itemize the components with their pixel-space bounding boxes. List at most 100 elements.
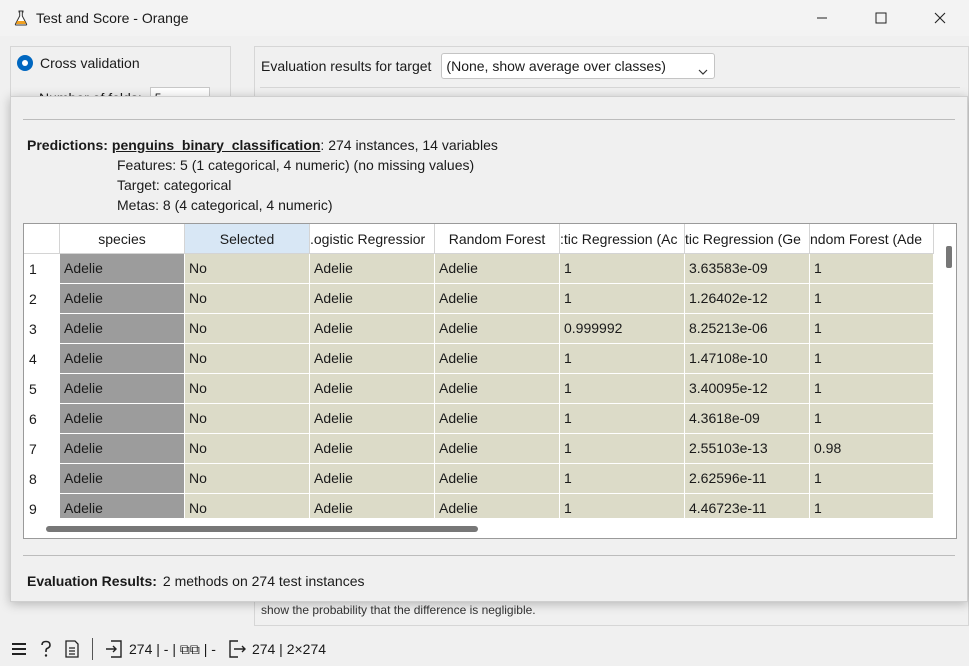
table-cell[interactable]: Adelie xyxy=(435,374,560,404)
table-cell[interactable]: 3.63583e-09 xyxy=(685,254,810,284)
close-button[interactable] xyxy=(910,0,969,36)
table-cell[interactable]: Adelie xyxy=(310,254,435,284)
table-cell[interactable]: Adelie xyxy=(60,344,185,374)
table-cell[interactable]: 2.62596e-11 xyxy=(685,464,810,494)
predictions-table[interactable]: species Selected .ogistic Regressior Ran… xyxy=(23,223,957,539)
title-bar: Test and Score - Orange xyxy=(0,0,969,36)
eval-target-row: Evaluation results for target (None, sho… xyxy=(261,53,716,79)
table-cell[interactable]: Adelie xyxy=(60,464,185,494)
table-cell[interactable]: Adelie xyxy=(435,434,560,464)
table-cell[interactable]: 0.999992 xyxy=(560,314,685,344)
table-cell[interactable]: No xyxy=(185,344,310,374)
table-cell[interactable]: Adelie xyxy=(310,374,435,404)
table-cell[interactable]: 1 xyxy=(560,344,685,374)
table-cell[interactable]: No xyxy=(185,464,310,494)
window-title: Test and Score - Orange xyxy=(36,10,189,26)
report-icon[interactable] xyxy=(64,640,80,658)
table-cell[interactable]: 1 xyxy=(560,404,685,434)
row-number: 5 xyxy=(24,374,60,404)
table-cell[interactable]: 1 xyxy=(810,464,934,494)
table-cell[interactable]: 8.25213e-06 xyxy=(685,314,810,344)
table-row[interactable]: 2 Adelie No Adelie Adelie 1 1.26402e-12 1 xyxy=(24,284,934,314)
output-icon xyxy=(228,640,246,658)
table-cell[interactable]: 1 xyxy=(560,254,685,284)
table-cell[interactable]: 1 xyxy=(810,404,934,434)
table-cell[interactable]: Adelie xyxy=(435,464,560,494)
table-cell[interactable]: Adelie xyxy=(310,404,435,434)
table-row[interactable]: 1 Adelie No Adelie Adelie 1 3.63583e-09 1 xyxy=(24,254,934,284)
column-header[interactable]: species xyxy=(60,224,185,254)
column-header[interactable]: tic Regression (Ge xyxy=(685,224,810,254)
table-cell[interactable]: Adelie xyxy=(60,254,185,284)
table-cell[interactable]: Adelie xyxy=(435,314,560,344)
table-cell[interactable]: 1.47108e-10 xyxy=(685,344,810,374)
table-cell[interactable]: Adelie xyxy=(60,284,185,314)
table-cell[interactable]: No xyxy=(185,374,310,404)
column-header[interactable]: .ogistic Regressior xyxy=(310,224,435,254)
table-cell[interactable]: 1 xyxy=(560,374,685,404)
table-cell[interactable]: 1.26402e-12 xyxy=(685,284,810,314)
table-cell[interactable]: Adelie xyxy=(60,434,185,464)
table-cell[interactable]: 4.3618e-09 xyxy=(685,404,810,434)
table-cell[interactable]: 3.40095e-12 xyxy=(685,374,810,404)
table-cell[interactable]: No xyxy=(185,314,310,344)
eval-results-text: 2 methods on 274 test instances xyxy=(162,573,365,589)
table-cell[interactable]: 1 xyxy=(810,344,934,374)
table-cell[interactable]: No xyxy=(185,284,310,314)
table-cell[interactable]: Adelie xyxy=(310,344,435,374)
input-summary[interactable]: 274 | - | ⧉⧉ | - xyxy=(129,641,216,658)
horizontal-scrollbar[interactable] xyxy=(24,518,944,538)
table-row[interactable]: 5 Adelie No Adelie Adelie 1 3.40095e-12 1 xyxy=(24,374,934,404)
table-cell[interactable]: 1 xyxy=(810,374,934,404)
scrollbar-thumb[interactable] xyxy=(46,526,478,532)
table-row[interactable]: 3 Adelie No Adelie Adelie 0.999992 8.25213e-06… xyxy=(24,314,934,344)
evaluation-results-summary: Evaluation Results: 2 methods on 274 test… xyxy=(27,573,365,589)
vertical-scrollbar[interactable] xyxy=(942,224,956,520)
table-cell[interactable]: 1 xyxy=(810,284,934,314)
minimize-button[interactable] xyxy=(792,0,851,36)
table-cell[interactable]: Adelie xyxy=(435,344,560,374)
table-cell[interactable]: 1 xyxy=(810,314,934,344)
table-cell[interactable]: Adelie xyxy=(435,254,560,284)
maximize-button[interactable] xyxy=(851,0,910,36)
table-cell[interactable]: Adelie xyxy=(310,314,435,344)
table-cell[interactable]: Adelie xyxy=(60,314,185,344)
menu-icon[interactable] xyxy=(10,642,28,656)
table-row[interactable]: 4 Adelie No Adelie Adelie 1 1.47108e-10 1 xyxy=(24,344,934,374)
table-row[interactable]: 8 Adelie No Adelie Adelie 1 2.62596e-11 1 xyxy=(24,464,934,494)
table-cell[interactable]: 1 xyxy=(560,434,685,464)
column-header[interactable]: Random Forest xyxy=(435,224,560,254)
target-info: Target: categorical xyxy=(117,177,232,193)
column-header[interactable]: Selected xyxy=(185,224,310,254)
table-cell[interactable]: No xyxy=(185,254,310,284)
row-header-corner xyxy=(24,224,60,254)
table-cell[interactable]: No xyxy=(185,434,310,464)
table-cell[interactable]: 1 xyxy=(560,284,685,314)
column-header[interactable]: ndom Forest (Ade xyxy=(810,224,934,254)
dataset-name-link[interactable]: penguins_binary_classification xyxy=(112,137,321,153)
table-cell[interactable]: 1 xyxy=(810,254,934,284)
table-cell[interactable]: Adelie xyxy=(60,374,185,404)
row-number: 1 xyxy=(24,254,60,284)
radio-selected-icon[interactable] xyxy=(17,55,33,71)
row-number: 2 xyxy=(24,284,60,314)
output-summary[interactable]: 274 | 2×274 xyxy=(252,641,326,657)
help-icon[interactable] xyxy=(38,640,54,658)
table-cell[interactable]: No xyxy=(185,404,310,434)
table-cell[interactable]: Adelie xyxy=(60,404,185,434)
table-row[interactable]: 7 Adelie No Adelie Adelie 1 2.55103e-13 0.98 xyxy=(24,434,934,464)
table-row[interactable]: 6 Adelie No Adelie Adelie 1 4.3618e-09 1 xyxy=(24,404,934,434)
predictions-label: Predictions: xyxy=(27,137,108,153)
eval-target-combo[interactable]: (None, show average over classes) xyxy=(441,53,716,79)
table-cell[interactable]: Adelie xyxy=(310,284,435,314)
cross-validation-radio[interactable]: Cross validation xyxy=(17,55,140,71)
table-cell[interactable]: Adelie xyxy=(435,404,560,434)
table-cell[interactable]: Adelie xyxy=(310,434,435,464)
column-header[interactable]: :tic Regression (Ac xyxy=(560,224,685,254)
scrollbar-thumb[interactable] xyxy=(946,246,952,268)
table-cell[interactable]: 1 xyxy=(560,464,685,494)
table-cell[interactable]: 2.55103e-13 xyxy=(685,434,810,464)
table-cell[interactable]: Adelie xyxy=(310,464,435,494)
table-cell[interactable]: 0.98 xyxy=(810,434,934,464)
table-cell[interactable]: Adelie xyxy=(435,284,560,314)
